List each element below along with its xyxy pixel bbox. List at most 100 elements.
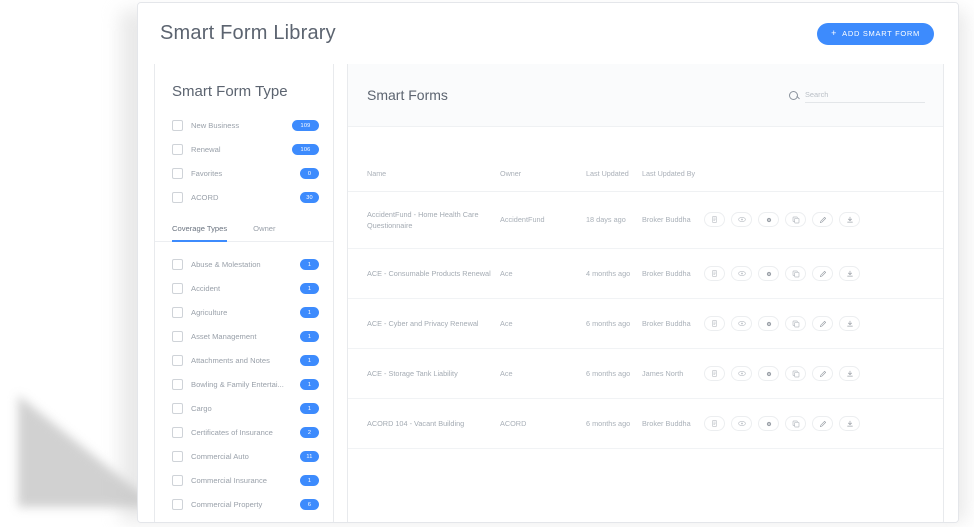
column-header-owner[interactable]: Owner [500,127,586,191]
page-title: Smart Form Library [160,22,336,44]
coverage-item-cargo[interactable]: Cargo 1 [172,397,319,420]
table-row[interactable]: ACE - Cyber and Privacy Renewal Ace 6 mo… [348,298,943,350]
copy-icon-button[interactable] [785,212,806,228]
cell-last-updated: 18 days ago [586,191,642,250]
filter-label: Certificates of Insurance [191,428,273,437]
download-icon-button[interactable] [839,366,860,382]
coverage-item-commercial-insurance[interactable]: Commercial Insurance 1 [172,469,319,492]
document-icon-button[interactable] [704,316,725,332]
search-input[interactable] [805,87,925,103]
link-icon-button[interactable] [758,212,779,228]
cell-name: ACE - Storage Tank Liability [348,348,500,400]
coverage-item-bowling-family-entertainment[interactable]: Bowling & Family Entertai... 1 [172,373,319,396]
filter-item-renewal[interactable]: Renewal 106 [172,138,319,161]
coverage-item-agriculture[interactable]: Agriculture 1 [172,301,319,324]
document-icon-button[interactable] [704,266,725,282]
link-icon-button[interactable] [758,316,779,332]
filter-count-badge: 1 [300,259,319,270]
checkbox-icon[interactable] [172,499,183,510]
checkbox-icon[interactable] [172,168,183,179]
filter-item-acord[interactable]: ACORD 30 [172,186,319,209]
cell-owner: Ace [500,248,586,300]
coverage-item-certificates-of-insurance[interactable]: Certificates of Insurance 2 [172,421,319,444]
edit-icon-button[interactable] [812,416,833,432]
table-row[interactable]: ACORD 104 - Vacant Building ACORD 6 mont… [348,398,943,450]
eye-icon-button[interactable] [731,316,752,332]
row-action-group [704,212,939,228]
checkbox-icon[interactable] [172,331,183,342]
coverage-item-commercial-auto[interactable]: Commercial Auto 11 [172,445,319,468]
filter-item-favorites[interactable]: Favorites 0 [172,162,319,185]
eye-icon-button[interactable] [731,416,752,432]
checkbox-icon[interactable] [172,475,183,486]
table-row[interactable]: AccidentFund - Home Health Care Question… [348,191,943,250]
checkbox-icon[interactable] [172,144,183,155]
filter-count-badge: 0 [300,168,319,179]
document-icon-button[interactable] [704,212,725,228]
filter-label: Agriculture [191,308,228,317]
edit-icon-button[interactable] [812,316,833,332]
filter-count-badge: 1 [300,403,319,414]
app-card: Smart Form Library + ADD SMART FORM Smar… [137,2,959,523]
eye-icon-button[interactable] [731,212,752,228]
document-icon-button[interactable] [704,366,725,382]
coverage-item-attachments-and-notes[interactable]: Attachments and Notes 1 [172,349,319,372]
download-icon-button[interactable] [839,212,860,228]
checkbox-icon[interactable] [172,403,183,414]
cell-owner: ACORD [500,398,586,450]
download-icon-button[interactable] [839,266,860,282]
coverage-item-abuse-molestation[interactable]: Abuse & Molestation 1 [172,253,319,276]
cell-actions [704,298,943,350]
filter-label: ACORD [191,193,219,202]
tab-coverage-types[interactable]: Coverage Types [172,224,228,242]
filter-label: Commercial Property [191,500,263,509]
download-icon-button[interactable] [839,316,860,332]
table-row[interactable]: ACE - Storage Tank Liability Ace 6 month… [348,348,943,400]
edit-icon-button[interactable] [812,266,833,282]
copy-icon-button[interactable] [785,266,806,282]
checkbox-icon[interactable] [172,307,183,318]
checkbox-icon[interactable] [172,355,183,366]
card-body: Smart Form Type New Business 109 Renewal… [138,64,958,522]
eye-icon-button[interactable] [731,266,752,282]
checkbox-icon[interactable] [172,451,183,462]
checkbox-icon[interactable] [172,120,183,131]
eye-icon-button[interactable] [731,366,752,382]
column-header-last-updated[interactable]: Last Updated [586,127,642,191]
cell-actions [704,348,943,400]
edit-icon-button[interactable] [812,366,833,382]
coverage-item-commercial-property[interactable]: Commercial Property 6 [172,493,319,516]
copy-icon-button[interactable] [785,416,806,432]
link-icon-button[interactable] [758,416,779,432]
document-icon-button[interactable] [704,416,725,432]
smart-forms-table-scroll[interactable]: Name Owner Last Updated Last Updated By … [348,127,943,522]
filter-sidebar: Smart Form Type New Business 109 Renewal… [154,64,334,522]
filter-label: New Business [191,121,240,130]
column-header-last-updated-by[interactable]: Last Updated By [642,127,704,191]
coverage-item-accident[interactable]: Accident 1 [172,277,319,300]
checkbox-icon[interactable] [172,192,183,203]
link-icon-button[interactable] [758,266,779,282]
cell-last-updated: 6 months ago [586,298,642,350]
column-header-name[interactable]: Name [348,127,500,191]
checkbox-icon[interactable] [172,283,183,294]
tab-owner[interactable]: Owner [253,224,275,242]
checkbox-icon[interactable] [172,379,183,390]
coverage-item-asset-management[interactable]: Asset Management 1 [172,325,319,348]
table-row[interactable]: ACE - Consumable Products Renewal Ace 4 … [348,248,943,300]
filter-item-new-business[interactable]: New Business 109 [172,114,319,137]
row-action-group [704,366,939,382]
checkbox-icon[interactable] [172,259,183,270]
cell-owner: AccidentFund [500,191,586,250]
link-icon-button[interactable] [758,366,779,382]
cell-owner: Ace [500,348,586,400]
edit-icon-button[interactable] [812,212,833,228]
copy-icon-button[interactable] [785,366,806,382]
cell-last-updated-by: Broker Buddha [642,298,704,350]
copy-icon-button[interactable] [785,316,806,332]
cell-last-updated-by: Broker Buddha [642,398,704,450]
download-icon-button[interactable] [839,416,860,432]
search-box[interactable] [789,87,925,103]
add-smart-form-button[interactable]: + ADD SMART FORM [817,22,934,45]
checkbox-icon[interactable] [172,427,183,438]
